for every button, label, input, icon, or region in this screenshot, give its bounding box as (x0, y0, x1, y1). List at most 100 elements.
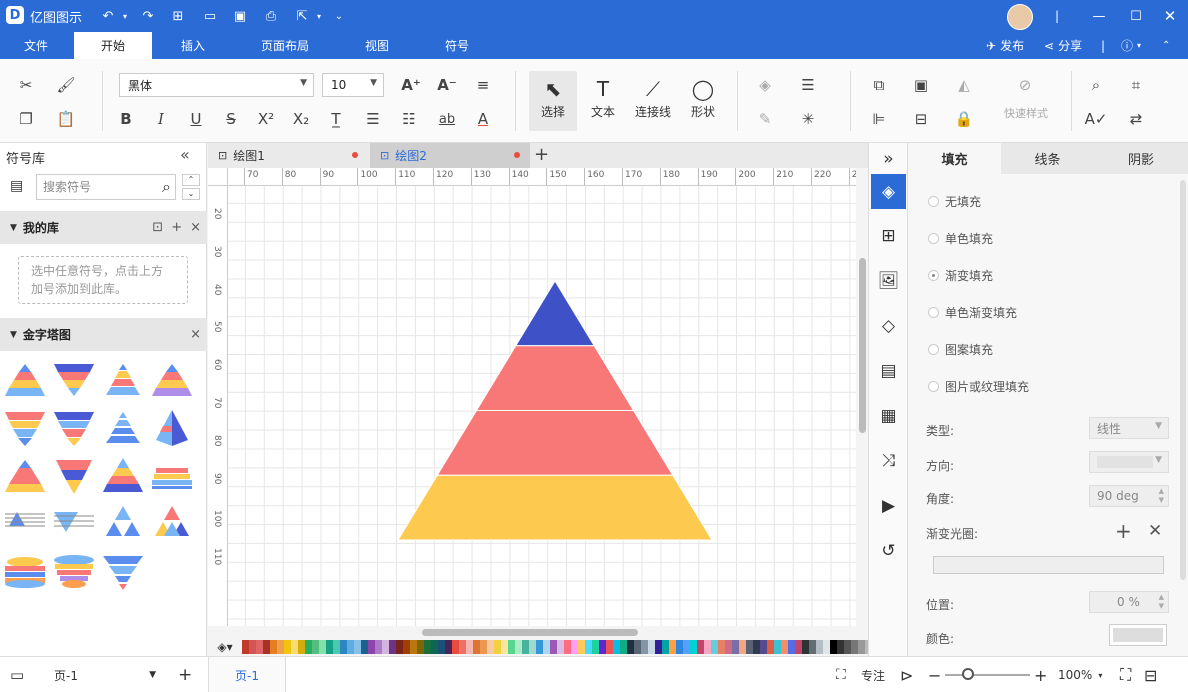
zoom-select[interactable]: 100% ▾ (1058, 657, 1102, 692)
color-swatch[interactable] (459, 640, 466, 654)
menu-tab-page-layout[interactable]: 页面布局 (245, 32, 325, 59)
paste-icon[interactable]: 📋 (53, 106, 79, 132)
color-swatch[interactable] (494, 640, 501, 654)
angle-stepper[interactable]: 90 deg ▲ ▼ (1089, 485, 1169, 507)
collapse-panel-icon[interactable]: « (180, 145, 190, 164)
table-inverted-pyramid-symbol[interactable] (52, 502, 96, 546)
menu-tab-symbol[interactable]: 符号 (425, 32, 489, 59)
layered-pyramid-symbol[interactable] (150, 454, 194, 498)
color-swatch[interactable] (298, 640, 305, 654)
play-icon[interactable]: ⊳ (900, 657, 913, 692)
color-swatch[interactable] (375, 640, 382, 654)
color-swatch[interactable] (340, 640, 347, 654)
funnel-symbol[interactable] (101, 550, 145, 594)
color-swatch[interactable] (816, 640, 823, 654)
color-swatch[interactable] (585, 640, 592, 654)
tab-fill[interactable]: 填充 (908, 143, 1001, 174)
properties-scrollbar[interactable] (1180, 180, 1186, 580)
superscript-icon[interactable]: X² (253, 106, 279, 132)
bullet-list-icon[interactable]: ☷ (396, 106, 422, 132)
pyramid-layer[interactable] (514, 280, 596, 347)
color-swatch[interactable] (487, 640, 494, 654)
text-style-icon[interactable]: T̲ (323, 106, 349, 132)
fill-bucket-icon[interactable]: ◈▾ (208, 640, 242, 654)
color-swatch[interactable] (270, 640, 277, 654)
add-stop-icon[interactable]: + (1115, 519, 1132, 543)
color-swatch[interactable] (858, 640, 865, 654)
image-icon[interactable]: 🖼 (871, 263, 906, 298)
inverted-pyramid-symbol[interactable] (3, 406, 47, 450)
select-tool[interactable]: ⬉ 选择 (529, 71, 577, 131)
format-painter-icon[interactable]: 🖌 (53, 72, 79, 98)
color-swatch[interactable] (382, 640, 389, 654)
color-swatch[interactable] (431, 640, 438, 654)
color-swatch[interactable] (704, 640, 711, 654)
bold-icon[interactable]: B (113, 106, 139, 132)
color-swatch[interactable] (368, 640, 375, 654)
color-swatch[interactable] (522, 640, 529, 654)
quick-style-icon[interactable]: ⊘ (1012, 72, 1038, 98)
color-swatch[interactable] (648, 640, 655, 654)
pyramid-symbol[interactable] (150, 358, 194, 402)
menu-tab-file[interactable]: 文件 (0, 32, 72, 59)
color-swatch[interactable] (767, 640, 774, 654)
zoom-slider-handle[interactable] (962, 668, 974, 680)
align-icon[interactable]: ≡ (470, 72, 496, 98)
spellcheck-icon[interactable]: A✓ (1083, 106, 1109, 132)
flip-icon[interactable]: ◭ (951, 72, 977, 98)
color-swatch[interactable] (732, 640, 739, 654)
close-icon[interactable]: × (190, 220, 201, 235)
color-swatch[interactable] (550, 640, 557, 654)
drawing-canvas[interactable] (228, 186, 856, 626)
history-icon[interactable]: ↺ (871, 533, 906, 568)
fill-option-none[interactable]: 无填充 (928, 193, 981, 210)
pyramid-section-header[interactable]: ▼ 金字塔图 × (0, 318, 207, 351)
color-swatch[interactable] (571, 640, 578, 654)
color-swatch[interactable] (242, 640, 249, 654)
pyramid-layer[interactable] (397, 474, 713, 541)
fill-option-pattern[interactable]: 图案填充 (928, 341, 993, 358)
add-tab-icon[interactable]: + (534, 144, 549, 165)
color-swatch[interactable] (823, 640, 830, 654)
scroll-thumb[interactable] (422, 629, 638, 636)
color-swatch[interactable] (347, 640, 354, 654)
color-swatch[interactable] (473, 640, 480, 654)
color-swatch[interactable] (466, 640, 473, 654)
help-button[interactable]: ⓘ ▾ (1121, 32, 1141, 59)
scroll-down-icon[interactable]: ⌄ (182, 188, 200, 200)
expand-panel-icon[interactable]: » (871, 143, 906, 174)
fill-option-gradient[interactable]: 渐变填充 (928, 267, 993, 284)
close-icon[interactable]: × (190, 327, 201, 342)
font-size-select[interactable]: 10 ▼ (322, 73, 384, 97)
italic-icon[interactable]: I (148, 106, 174, 132)
print-icon[interactable]: ⎙ (261, 6, 281, 26)
color-swatch[interactable] (452, 640, 459, 654)
color-picker[interactable] (1109, 624, 1167, 646)
direction-select[interactable]: ▼ (1089, 451, 1169, 473)
underline-icon[interactable]: U (183, 106, 209, 132)
color-swatch[interactable] (620, 640, 627, 654)
text-tool[interactable]: T 文本 (579, 71, 627, 131)
my-library-header[interactable]: ▼ 我的库 ⊡ + × (0, 211, 207, 244)
page-layout-icon[interactable]: ▭ (10, 657, 24, 692)
color-swatch[interactable] (753, 640, 760, 654)
color-swatch[interactable] (592, 640, 599, 654)
cut-icon[interactable]: ✂ (13, 72, 39, 98)
page-tab-1[interactable]: 页-1 (208, 657, 286, 692)
color-swatch[interactable] (634, 640, 641, 654)
import-icon[interactable]: ⊡ (152, 220, 163, 235)
color-swatch[interactable] (578, 640, 585, 654)
color-swatch[interactable] (305, 640, 312, 654)
color-swatch[interactable] (711, 640, 718, 654)
menu-tab-view[interactable]: 视图 (345, 32, 409, 59)
fill-color-icon[interactable]: ◈ (752, 72, 778, 98)
save-icon[interactable]: ▣ (230, 6, 250, 26)
add-icon[interactable]: + (171, 220, 182, 235)
menu-tab-insert[interactable]: 插入 (158, 32, 228, 59)
subscript-icon[interactable]: X₂ (288, 106, 314, 132)
cylinder-stack-symbol[interactable] (3, 550, 47, 594)
color-swatch[interactable] (655, 640, 662, 654)
strikethrough-icon[interactable]: S (218, 106, 244, 132)
line-style-icon[interactable]: ☰ (795, 72, 821, 98)
doc-tab-drawing1[interactable]: ⊡ 绘图1 (208, 143, 368, 168)
